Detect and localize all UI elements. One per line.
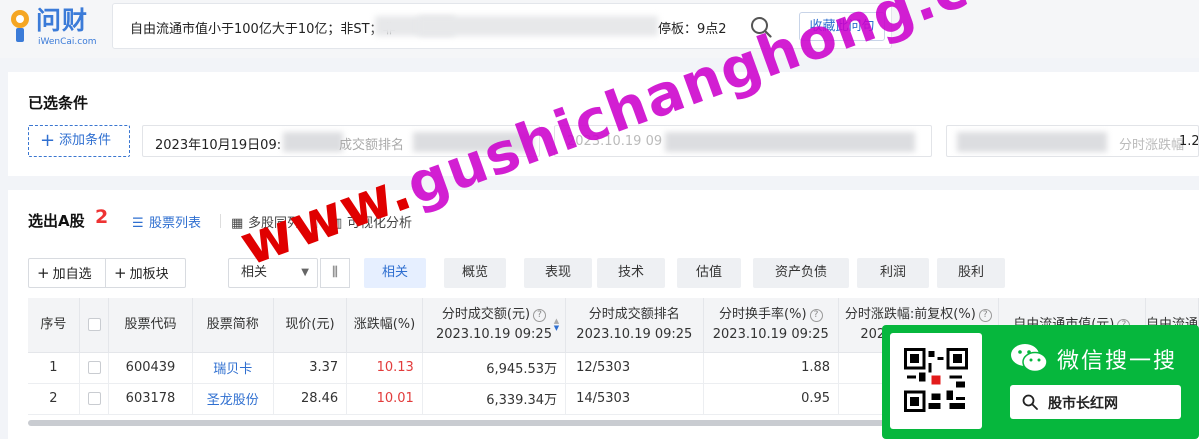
filter-tab-balance-sheet[interactable]: 资产负债 [753,258,849,288]
cell-code: 603178 [108,383,193,415]
col-header-index: 序号 [28,298,80,353]
condition-chip-text: 分时涨跌幅 [1119,138,1185,153]
filter-tab-dividend[interactable]: 股利 [937,258,1005,288]
col-header-amount-rank[interactable]: 分时成交额排名 2023.10.19 09:25 [565,298,704,353]
col-header-amount[interactable]: 分时成交额(元)? 2023.10.19 09:25 ▲ ▼ [422,298,567,353]
wechat-search-card: 微信搜一搜 股市长红网 [882,325,1199,439]
conditions-title: 已选条件 [28,94,89,112]
plus-icon: + [37,264,50,282]
header-line1: 分时成交额(元) [441,306,531,322]
col-header-turnover[interactable]: 分时换手率(%)? 2023.10.19 09:25 [703,298,840,353]
results-title: 选出A股 [28,212,85,230]
row-checkbox[interactable] [87,392,101,405]
cell-price: 28.46 [273,383,348,415]
add-block-button[interactable]: + 加板块 [106,258,186,288]
cell-checkbox[interactable] [79,352,110,384]
condition-chip-text: 2023年10月19日09: [155,138,282,153]
header-line1: 分时成交额排名 [588,306,680,322]
cell-amount: 6,945.53万 [422,352,567,384]
filter-tab-overview[interactable]: 概览 [444,258,506,288]
cell-price: 3.37 [273,352,348,384]
cell-change: 10.13 [346,352,423,384]
add-condition-button[interactable]: + 添加条件 [28,125,130,157]
cell-amount: 6,339.34万 [422,383,567,415]
help-icon[interactable]: ? [533,308,547,322]
cell-stock-name-link[interactable]: 瑞贝卡 [192,352,274,384]
cell-index: 1 [28,352,80,384]
cell-turnover: 1.88 [703,352,840,384]
top-bar: 问财 iWenCai.com 自由流通市值小于100亿大于10亿；非ST；非 停… [0,0,1199,58]
cell-index: 2 [28,383,80,415]
wechat-search-title: 微信搜一搜 [1057,349,1178,374]
divider [220,214,221,228]
filter-tab-technical[interactable]: 技术 [597,258,665,288]
qr-code-icon [904,348,968,412]
help-icon[interactable]: ? [809,308,823,322]
view-label: 股票列表 [149,216,202,231]
button-label: 加板块 [129,267,169,282]
view-stock-list[interactable]: ☰ 股票列表 [132,212,201,231]
logo-subtext: iWenCai.com [38,37,97,47]
sort-arrows-icon[interactable]: ▲ ▼ [554,318,559,332]
cell-change: 10.01 [346,383,423,415]
header-line1: 分时换手率(%) [719,306,807,322]
logo-bulb-icon [11,10,29,42]
blurred-region [283,132,343,152]
caret-down-icon: ▼ [301,267,309,278]
plus-icon: + [40,130,56,151]
header-line2: 2023.10.19 09:25 [576,326,693,342]
cell-stock-name-link[interactable]: 圣龙股份 [192,383,274,415]
results-count: 2 [95,206,109,228]
header-line2: 2023.10.19 09:25 [712,326,829,342]
row-checkbox[interactable] [87,361,101,374]
select-all-checkbox[interactable] [87,317,101,331]
condition-chip-text: 成交额排名 [339,138,405,153]
condition-chip-text: 1.2 [1179,134,1199,149]
cell-turnover: 0.95 [703,383,840,415]
filter-tab-related[interactable]: 相关 [364,258,426,288]
filter-tab-profit[interactable]: 利润 [857,258,929,288]
col-header-price[interactable]: 现价(元) [273,298,348,353]
search-icon [1022,394,1038,410]
add-watchlist-button[interactable]: + 加自选 [28,258,106,288]
condition-chip[interactable]: 分时涨跌幅 1.2 [946,125,1199,157]
qr-code [890,333,982,429]
wechat-search-box[interactable]: 股市长红网 [1010,385,1181,419]
col-header-change[interactable]: 涨跌幅(%) [346,298,423,353]
blurred-region [665,132,915,152]
plus-icon: + [114,264,127,282]
col-header-checkbox[interactable] [79,298,110,353]
cell-rank: 14/5303 [565,383,704,415]
column-settings-icon[interactable]: ⫼ [320,258,350,288]
cell-code: 600439 [108,352,193,384]
blurred-region [957,132,1107,152]
filter-tab-valuation[interactable]: 估值 [677,258,741,288]
filter-tab-performance[interactable]: 表现 [524,258,592,288]
list-icon: ☰ [132,216,144,231]
col-header-name[interactable]: 股票简称 [192,298,274,353]
wechat-icon [1011,344,1048,373]
blurred-region [418,16,658,36]
logo-text: 问财 [36,6,89,35]
header-line1: 分时涨跌幅:前复权(%) [844,306,976,322]
cell-rank: 12/5303 [565,352,704,384]
iwencai-logo[interactable]: 问财 iWenCai.com [8,6,97,50]
button-label: 加自选 [52,267,92,282]
header-line2: 2023.10.19 09:25 [435,326,552,342]
wechat-search-text: 股市长红网 [1048,396,1118,412]
col-header-code[interactable]: 股票代码 [108,298,193,353]
cell-checkbox[interactable] [79,383,110,415]
add-condition-label: 添加条件 [59,133,112,148]
help-icon[interactable]: ? [978,308,992,322]
